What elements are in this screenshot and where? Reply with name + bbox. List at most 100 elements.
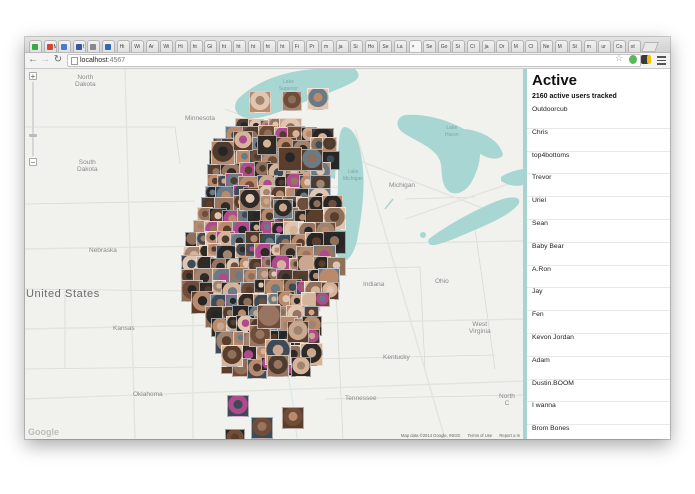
browser-tab[interactable]: Se (379, 40, 393, 52)
menu-icon[interactable] (657, 54, 666, 65)
map[interactable]: North Dakota Minnesota South Dakota Nebras… (25, 69, 523, 439)
browser-tab[interactable]: ur (598, 40, 612, 52)
zoom-slider-track[interactable] (32, 82, 34, 156)
user-photo[interactable] (278, 147, 302, 171)
terms-of-use-link[interactable]: Terms of Use (468, 433, 493, 438)
user-photo[interactable] (315, 292, 330, 307)
browser-tab[interactable]: Hi (175, 40, 188, 52)
user-photo[interactable] (227, 395, 249, 417)
browser-tab[interactable]: Dr (496, 40, 510, 52)
browser-tab[interactable]: × (408, 40, 422, 52)
back-arrow-icon[interactable]: ← (27, 54, 39, 66)
list-item[interactable]: Adam (527, 357, 670, 380)
report-error-link[interactable]: Report a m (499, 433, 520, 438)
user-photo[interactable] (282, 407, 304, 429)
browser-tab[interactable]: Ho (364, 40, 378, 52)
browser-tab[interactable] (87, 40, 101, 52)
map-label-michigan: Michigan (389, 182, 416, 189)
extension-icon[interactable] (647, 55, 651, 64)
active-users-sidebar: Active 2160 active users tracked Outdoor… (523, 69, 670, 439)
browser-tab[interactable] (58, 40, 72, 52)
browser-tab[interactable]: m (583, 40, 597, 52)
new-tab-button[interactable] (641, 42, 659, 52)
list-item[interactable]: Dustin.BOOM (527, 380, 670, 403)
user-photo[interactable] (239, 189, 261, 211)
browser-tab[interactable] (29, 40, 42, 52)
list-item[interactable]: A.Ron (527, 266, 670, 289)
browser-tab[interactable]: M (554, 40, 568, 52)
browser-tab[interactable]: St (569, 40, 583, 52)
list-item[interactable]: Uriel (527, 197, 670, 220)
user-photo[interactable] (287, 321, 309, 343)
user-photo[interactable] (225, 429, 245, 439)
browser-tab[interactable]: m (321, 40, 334, 52)
browser-tab[interactable]: f (72, 40, 86, 52)
user-photo[interactable] (233, 131, 253, 151)
zoom-slider-thumb[interactable] (29, 134, 37, 137)
bookmark-star-icon[interactable]: ☆ (615, 53, 623, 64)
zoom-out-button[interactable]: − (29, 158, 37, 167)
browser-tab[interactable]: Gi (204, 40, 218, 52)
user-photo[interactable] (249, 91, 271, 113)
extension-icon[interactable] (629, 55, 637, 64)
browser-tab[interactable]: Pr (306, 40, 320, 52)
list-item[interactable]: Outdoorcub (527, 106, 670, 129)
address-bar[interactable]: localhost:4567 (67, 54, 641, 67)
zoom-in-button[interactable]: + (29, 72, 37, 81)
list-item[interactable]: I wanna (527, 402, 670, 426)
browser-tab[interactable]: Ar (145, 40, 159, 52)
browser-tab[interactable]: M (43, 40, 57, 52)
browser-tab[interactable]: M (510, 40, 524, 52)
browser-tab[interactable]: ht (233, 40, 247, 52)
user-photo[interactable] (282, 91, 302, 111)
browser-tab[interactable]: Ne (540, 40, 553, 52)
user-photo[interactable] (273, 199, 293, 219)
list-item[interactable]: Sean (527, 220, 670, 243)
browser-tab[interactable]: ht (218, 40, 232, 52)
browser-tab[interactable]: ht (262, 40, 276, 52)
browser-tab[interactable]: Cl (525, 40, 539, 52)
browser-tab[interactable]: Co (613, 40, 626, 52)
browser-tab[interactable]: ht (248, 40, 261, 52)
forward-arrow-icon[interactable]: → (39, 54, 51, 66)
user-photo[interactable] (291, 357, 311, 377)
browser-tab[interactable]: ot (627, 40, 641, 52)
browser-tab[interactable]: Wi (131, 40, 145, 52)
user-photo[interactable] (267, 355, 289, 377)
browser-tab[interactable]: Si (452, 40, 466, 52)
list-item[interactable]: Chris (527, 129, 670, 152)
browser-tab[interactable]: ht (189, 40, 203, 52)
tab-favicon-icon (61, 43, 68, 50)
list-item[interactable]: Brom Bones (527, 425, 670, 439)
tab-title: f (82, 44, 85, 50)
user-photo[interactable] (257, 135, 277, 155)
user-photo[interactable] (211, 141, 235, 165)
list-item[interactable]: Jay (527, 288, 670, 312)
user-photo[interactable] (251, 417, 273, 439)
browser-tab[interactable]: Si (350, 40, 364, 52)
browser-tab[interactable]: ja (335, 40, 349, 52)
browser-tab[interactable]: Fi (291, 40, 305, 52)
list-item[interactable]: Kevon Jordan (527, 334, 670, 357)
browser-tab[interactable]: ja (481, 40, 495, 52)
browser-tab[interactable]: ht (277, 40, 291, 52)
browser-tab[interactable]: La (394, 40, 407, 52)
user-photo[interactable] (307, 88, 329, 110)
reload-icon[interactable]: ↻ (52, 54, 64, 66)
user-photo[interactable] (221, 345, 243, 367)
browser-tab[interactable]: Cl (467, 40, 480, 52)
browser-tab[interactable]: Wi (160, 40, 174, 52)
browser-tab[interactable]: Hi (116, 40, 130, 52)
browser-tab[interactable]: Se (423, 40, 437, 52)
browser-tab[interactable]: Go (437, 40, 451, 52)
user-photo[interactable] (257, 305, 281, 329)
user-photo[interactable] (322, 137, 337, 152)
browser-tab[interactable] (102, 40, 115, 52)
list-item[interactable]: Fen (527, 311, 670, 334)
tab-title: Cl (470, 44, 475, 50)
list-item[interactable]: top4bottoms (527, 152, 670, 175)
user-photo[interactable] (301, 149, 323, 171)
list-item[interactable]: Baby Bear (527, 243, 670, 266)
list-item[interactable]: Trevor (527, 174, 670, 198)
map-label-indiana: Indiana (363, 281, 385, 288)
